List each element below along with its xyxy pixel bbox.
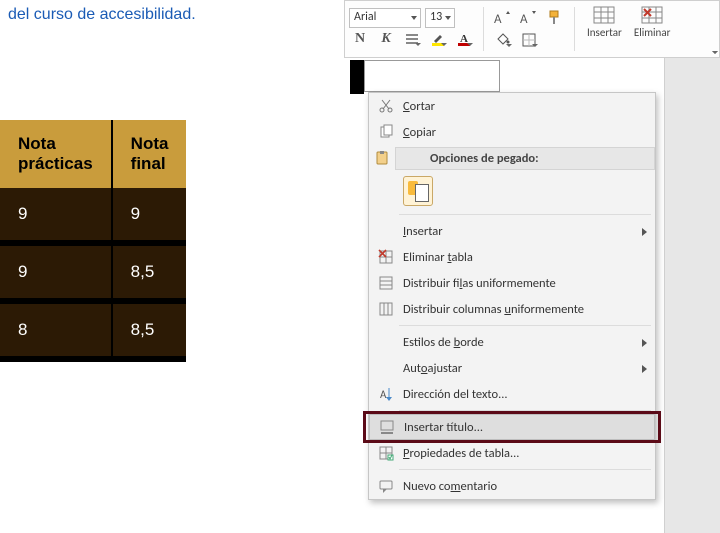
align-icon (405, 33, 419, 45)
mini-toolbar: Arial 13 N K A A A (344, 0, 720, 58)
ctx-autofit[interactable]: Autoajustar (369, 355, 655, 381)
ctx-paste-options-heading: Opciones de pegado: (395, 147, 655, 170)
delete-label: Eliminar (634, 26, 671, 39)
font-name-value: Arial (354, 10, 376, 24)
delete-table-icon (639, 5, 665, 25)
doc-link-text: del curso de accesibilidad (8, 6, 191, 23)
insert-table-icon (591, 5, 617, 25)
table-row[interactable]: 9 9 (0, 188, 186, 243)
distribute-rows-icon (373, 275, 399, 291)
ctx-cut-label: Cortar (399, 99, 647, 114)
format-painter-icon (547, 10, 563, 26)
ctx-paste-options-row: Opciones de pegado: (369, 145, 655, 171)
table-row[interactable]: 8 8,5 (0, 301, 186, 359)
scissors-icon (373, 98, 399, 114)
ctx-paste-preview[interactable] (369, 171, 655, 211)
highlight-icon (431, 32, 445, 46)
cell[interactable]: 9 (112, 188, 187, 243)
bucket-icon (495, 33, 511, 47)
ctx-new-comment[interactable]: Nuevo comentario (369, 473, 655, 499)
borders-button[interactable] (518, 29, 540, 51)
svg-text:A: A (494, 12, 502, 25)
bold-button[interactable]: N (349, 28, 371, 50)
delete-table-group[interactable]: Eliminar (630, 3, 675, 55)
ctx-new-comment-label: Nuevo comentario (399, 479, 647, 494)
borders-icon (522, 33, 536, 47)
ctx-text-direction-label: Dirección del texto... (399, 387, 647, 402)
font-size-value: 13 (430, 10, 442, 24)
ctx-border-styles-label: Estilos de borde (399, 335, 647, 350)
insert-table-group[interactable]: Insertar (583, 3, 626, 55)
font-color-button[interactable]: A (453, 28, 475, 50)
grow-font-icon: A (494, 11, 512, 25)
svg-text:A: A (520, 12, 528, 25)
page-gutter (664, 56, 720, 533)
shrink-font-icon: A (520, 11, 538, 25)
ctx-separator (399, 325, 651, 326)
ctx-table-properties-label: Propiedades de tabla... (399, 446, 647, 461)
cell[interactable]: 9 (0, 243, 112, 301)
ctx-distribute-rows[interactable]: Distribuir filas uniformemente (369, 270, 655, 296)
ctx-insert-caption-label: Insertar título... (400, 420, 646, 435)
delete-table-icon (373, 249, 399, 265)
table-row[interactable]: 9 8,5 (0, 243, 186, 301)
font-name-combo[interactable]: Arial (349, 8, 421, 28)
cell[interactable]: 8,5 (112, 243, 187, 301)
ctx-cut[interactable]: Cortar (369, 93, 655, 119)
ctx-insert-caption[interactable]: Insertar título... (369, 414, 655, 440)
table-header-row: Nota prácticas Nota final (0, 120, 186, 188)
toolbar-separator (483, 7, 484, 51)
insert-label: Insertar (587, 26, 622, 39)
grow-font-button[interactable]: A (492, 7, 514, 29)
ctx-text-direction[interactable]: A Dirección del texto... (369, 381, 655, 407)
distribute-cols-icon (373, 301, 399, 317)
table-selection-stub (350, 60, 500, 92)
ctx-delete-table-label: Eliminar tabla (399, 250, 647, 265)
doc-period: . (191, 6, 195, 23)
font-size-combo[interactable]: 13 (425, 8, 455, 28)
italic-button[interactable]: K (375, 28, 397, 50)
ctx-border-styles[interactable]: Estilos de borde (369, 329, 655, 355)
ctx-separator (399, 410, 651, 411)
document-text-fragment: del curso de accesibilidad. (8, 6, 196, 24)
cell[interactable]: 8,5 (112, 301, 187, 359)
paste-keep-source-icon[interactable] (403, 176, 433, 206)
ctx-distribute-rows-label: Distribuir filas uniformemente (399, 276, 647, 291)
copy-icon (373, 124, 399, 140)
ctx-separator (399, 214, 651, 215)
ctx-copy[interactable]: Copiar (369, 119, 655, 145)
ctx-delete-table[interactable]: Eliminar tabla (369, 244, 655, 270)
ctx-insert-label: Insertar (399, 224, 647, 239)
highlight-color-button[interactable] (427, 28, 449, 50)
font-color-icon: A (457, 32, 471, 46)
text-direction-icon: A (373, 386, 399, 402)
clipboard-icon (369, 147, 395, 170)
ctx-copy-label: Copiar (399, 125, 647, 140)
caption-icon (374, 419, 400, 435)
shrink-font-button[interactable]: A (518, 7, 540, 29)
cell[interactable]: 8 (0, 301, 112, 359)
col-header-practicas[interactable]: Nota prácticas (0, 120, 112, 188)
align-button[interactable] (401, 28, 423, 50)
ctx-distribute-cols-label: Distribuir columnas uniformemente (399, 302, 647, 317)
ctx-separator (399, 469, 651, 470)
ctx-table-properties[interactable]: Propiedades de tabla... (369, 440, 655, 466)
table-properties-icon (373, 445, 399, 461)
svg-text:A: A (380, 388, 387, 401)
ctx-distribute-cols[interactable]: Distribuir columnas uniformemente (369, 296, 655, 322)
table-context-menu: Cortar Copiar Opciones de pegado: Insert… (368, 92, 656, 500)
grades-table[interactable]: Nota prácticas Nota final 9 9 9 8,5 8 8,… (0, 120, 186, 362)
toolbar-separator (574, 7, 575, 51)
cell[interactable]: 9 (0, 188, 112, 243)
ctx-autofit-label: Autoajustar (399, 361, 647, 376)
col-header-final[interactable]: Nota final (112, 120, 187, 188)
format-painter-button[interactable] (544, 7, 566, 29)
ctx-insert[interactable]: Insertar (369, 218, 655, 244)
shading-button[interactable] (492, 29, 514, 51)
comment-icon (373, 478, 399, 494)
